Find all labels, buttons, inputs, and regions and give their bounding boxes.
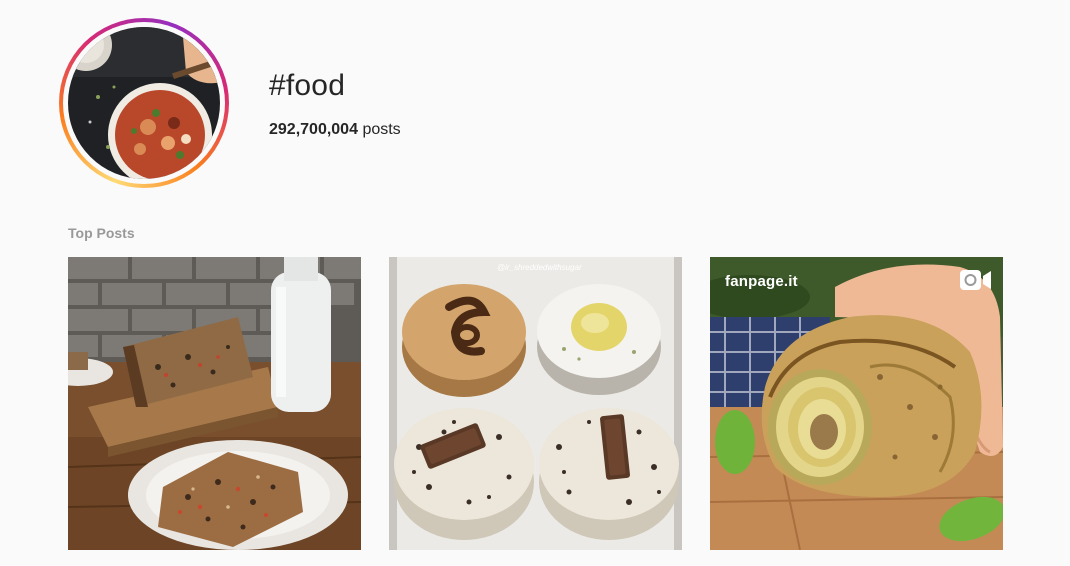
post-count: 292,700,004 posts — [269, 120, 401, 140]
post-count-unit: posts — [362, 121, 401, 138]
top-post-3[interactable]: fanpage.it — [710, 257, 1003, 550]
hashtag-page: #food 292,700,004 posts Top Posts @ir_sh… — [0, 0, 1070, 566]
top-post-1[interactable] — [68, 257, 361, 550]
top-posts-heading: Top Posts — [68, 225, 135, 241]
post-1-image — [68, 257, 361, 550]
post-2-image — [389, 257, 682, 550]
top-post-2[interactable]: @ir_shreddedwithsugar — [389, 257, 682, 550]
post-count-value: 292,700,004 — [269, 121, 358, 138]
post-3-image — [710, 257, 1003, 550]
post-3-watermark: fanpage.it — [725, 273, 798, 290]
video-icon — [960, 270, 991, 290]
hashtag-title: #food — [269, 69, 346, 102]
post-2-handle: @ir_shreddedwithsugar — [497, 263, 582, 272]
avatar-frame — [63, 22, 225, 184]
hashtag-avatar[interactable] — [68, 27, 220, 179]
story-ring[interactable] — [59, 18, 229, 188]
